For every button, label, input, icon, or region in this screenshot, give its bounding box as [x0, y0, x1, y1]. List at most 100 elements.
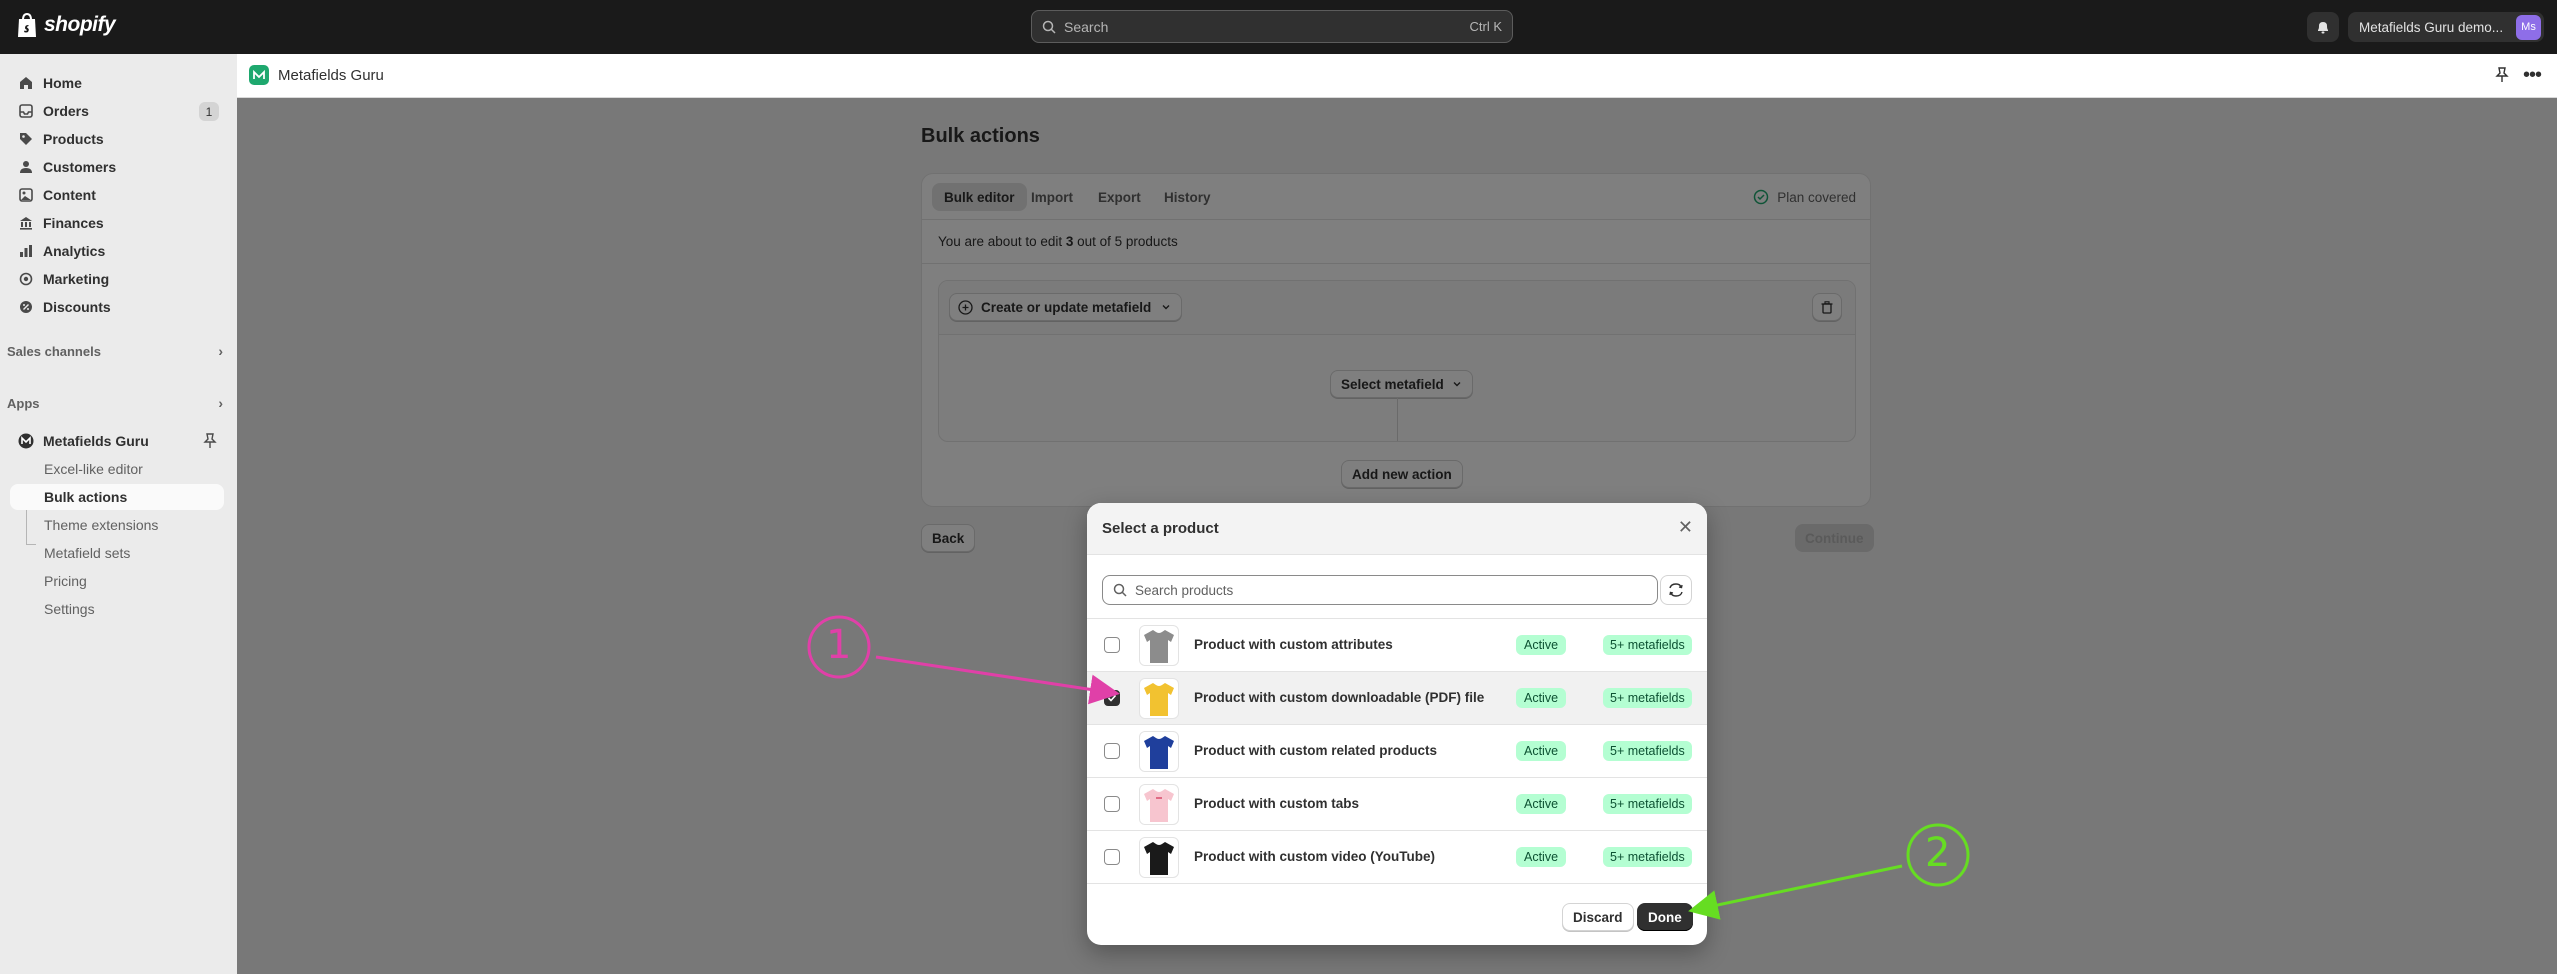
sub-item-label: Theme extensions [44, 517, 159, 533]
tag-icon [18, 131, 34, 147]
sidebar-item-finances[interactable]: Finances [8, 210, 223, 236]
sidebar-item-customers[interactable]: Customers [8, 154, 223, 180]
sidebar-item-home[interactable]: Home [8, 70, 223, 96]
checkmark-icon [1107, 694, 1117, 702]
sidebar-item-metafield-sets[interactable]: Metafield sets [10, 540, 224, 566]
search-icon [1113, 583, 1127, 597]
product-name: Product with custom related products [1194, 743, 1438, 758]
inbox-icon [18, 103, 34, 119]
topbar: shopify Search Ctrl K Metafields Guru de… [0, 0, 2557, 54]
apps-section[interactable]: Apps › [7, 391, 223, 415]
search-placeholder: Search [1064, 18, 1109, 35]
chevron-right-icon: › [218, 395, 223, 411]
sidebar-item-label: Finances [43, 215, 104, 231]
pin-icon[interactable] [2495, 67, 2509, 83]
home-icon [18, 75, 34, 91]
sidebar-item-label: Discounts [43, 299, 111, 315]
product-name: Product with custom downloadable (PDF) f… [1194, 690, 1485, 705]
discount-icon [18, 299, 34, 315]
more-options-icon[interactable]: ••• [2523, 64, 2542, 87]
status-badge: Active [1516, 794, 1567, 814]
step-1-label: 1 [826, 622, 852, 668]
tshirt-icon [1144, 841, 1174, 875]
sidebar-item-metafields-guru[interactable]: Metafields Guru [8, 428, 223, 454]
status-badge: Active [1516, 847, 1567, 867]
sidebar-item-discounts[interactable]: Discounts [8, 294, 223, 320]
product-checkbox[interactable] [1104, 690, 1120, 706]
product-thumbnail [1139, 678, 1179, 719]
shopify-logo[interactable]: shopify [16, 12, 116, 38]
metafields-badge: 5+ metafields [1603, 635, 1692, 655]
sidebar-item-marketing[interactable]: Marketing [8, 266, 223, 292]
sidebar-item-label: Analytics [43, 243, 106, 259]
sidebar-item-bulk-actions[interactable]: Bulk actions [10, 484, 224, 510]
done-button[interactable]: Done [1637, 903, 1693, 931]
product-row[interactable]: Product with custom attributes Active 5+… [1087, 619, 1707, 672]
notifications-button[interactable] [2307, 12, 2339, 42]
product-name: Product with custom video (YouTube) [1194, 849, 1435, 864]
modal-title: Select a product [1102, 520, 1219, 537]
product-row[interactable]: Product with custom related products Act… [1087, 725, 1707, 778]
sidebar-item-settings[interactable]: Settings [10, 596, 224, 622]
product-checkbox[interactable] [1104, 849, 1120, 865]
search-icon [1042, 20, 1056, 34]
sidebar-item-orders[interactable]: Orders 1 [8, 98, 223, 124]
sidebar-item-products[interactable]: Products [8, 126, 223, 152]
sidebar-item-content[interactable]: Content [8, 182, 223, 208]
product-thumbnail [1139, 784, 1179, 825]
product-row[interactable]: Product with custom video (YouTube) Acti… [1087, 831, 1707, 884]
sidebar-item-label: Products [43, 131, 104, 147]
tshirt-icon [1144, 735, 1174, 769]
status-badge: Active [1516, 688, 1567, 708]
sales-channels-section[interactable]: Sales channels › [7, 339, 223, 363]
bank-icon [18, 215, 34, 231]
refresh-button[interactable] [1660, 575, 1692, 605]
status-badge: Active [1516, 635, 1567, 655]
step-2-label: 2 [1925, 830, 1951, 876]
close-icon[interactable]: ✕ [1678, 517, 1693, 538]
sidebar-item-analytics[interactable]: Analytics [8, 238, 223, 264]
product-thumbnail [1139, 625, 1179, 666]
apps-label: Apps [7, 395, 40, 411]
chevron-right-icon: › [218, 343, 223, 359]
avatar: Ms [2516, 14, 2541, 40]
discard-button[interactable]: Discard [1562, 903, 1634, 931]
metafields-guru-logo-icon [249, 65, 269, 85]
product-row[interactable]: Product with custom downloadable (PDF) f… [1087, 672, 1707, 725]
product-name: Product with custom attributes [1194, 637, 1393, 652]
modal-footer: Discard Done [1087, 889, 1707, 945]
select-product-modal: Select a product ✕ Product with custom a… [1087, 503, 1707, 945]
store-menu-button[interactable]: Metafields Guru demo... Ms [2348, 12, 2544, 42]
app-name-label: Metafields Guru [43, 433, 149, 449]
sidebar-item-excel-like-editor[interactable]: Excel-like editor [10, 456, 224, 482]
sidebar-item-pricing[interactable]: Pricing [10, 568, 224, 594]
refresh-icon [1669, 583, 1683, 597]
sub-item-label: Excel-like editor [44, 461, 143, 477]
modal-search-row [1087, 555, 1707, 619]
brand-wordmark: shopify [44, 13, 116, 36]
product-thumbnail [1139, 731, 1179, 772]
product-checkbox[interactable] [1104, 743, 1120, 759]
product-thumbnail [1139, 837, 1179, 878]
metafields-badge: 5+ metafields [1603, 741, 1692, 761]
sidebar-item-label: Home [43, 75, 82, 91]
sidebar-item-theme-extensions[interactable]: Theme extensions [10, 512, 224, 538]
app-title: Metafields Guru [278, 67, 384, 84]
sales-channels-label: Sales channels [7, 343, 101, 359]
product-checkbox[interactable] [1104, 796, 1120, 812]
orders-count-badge: 1 [199, 102, 219, 121]
pin-icon[interactable] [203, 433, 217, 449]
product-search-field[interactable] [1102, 575, 1658, 605]
app-header: Metafields Guru ••• [237, 54, 2557, 98]
sub-item-label: Metafield sets [44, 545, 131, 561]
product-checkbox[interactable] [1104, 637, 1120, 653]
metafields-guru-icon [18, 433, 34, 449]
product-search-input[interactable] [1135, 582, 1635, 598]
person-icon [18, 159, 34, 175]
sub-item-label: Pricing [44, 573, 87, 589]
product-row[interactable]: Product with custom tabs Active 5+ metaf… [1087, 778, 1707, 831]
sub-item-label: Bulk actions [44, 489, 128, 505]
chart-icon [18, 243, 34, 259]
product-name: Product with custom tabs [1194, 796, 1360, 811]
global-search[interactable]: Search Ctrl K [1031, 10, 1513, 43]
